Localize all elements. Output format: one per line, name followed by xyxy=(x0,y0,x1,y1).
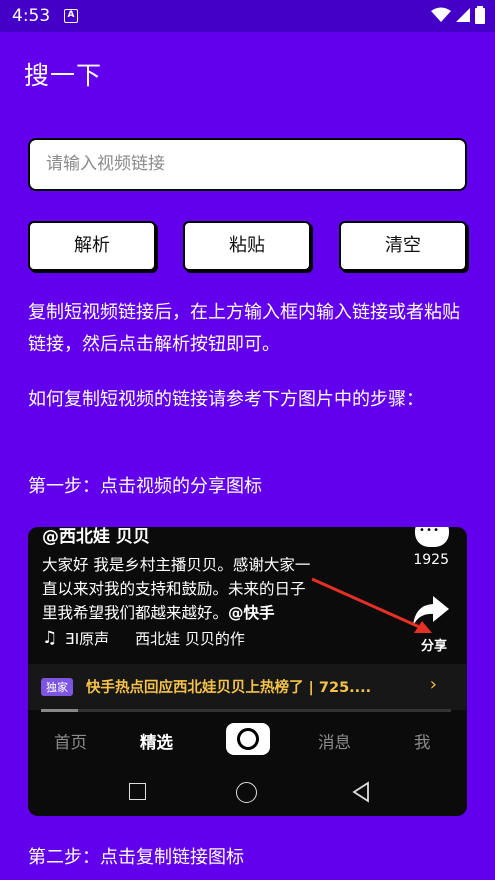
how-to-copy-paragraph: 如何复制短视频的链接请参考下方图片中的步骤： xyxy=(28,389,424,410)
battery-icon xyxy=(475,6,485,24)
parse-button[interactable]: 解析 xyxy=(28,221,156,271)
instruction-paragraph: 复制短视频链接后，在上方输入框内输入链接或者粘贴链接，然后点击解析按钮即可。 xyxy=(28,302,460,355)
tab-me: 我 xyxy=(414,733,431,752)
paste-button[interactable]: 粘贴 xyxy=(183,221,311,271)
description-line: 大家好 我是乡村主播贝贝。感谢大家一 xyxy=(42,556,311,574)
music-row: ♫ ƎI原声 西北娃 贝贝的作 xyxy=(42,628,245,649)
status-icons xyxy=(431,6,485,24)
exclusive-badge: 独家 xyxy=(41,678,73,696)
video-author: @西北娃 贝贝 xyxy=(42,527,150,547)
share-label: 分享 xyxy=(420,639,447,654)
video-progress-bar xyxy=(41,709,451,712)
comment-count: 1925 xyxy=(413,552,449,568)
comment-icon xyxy=(415,527,449,547)
video-progress-fill xyxy=(41,709,78,712)
camera-icon xyxy=(226,723,270,755)
mention: @快手 xyxy=(228,604,275,622)
example-screenshot: @西北娃 贝贝 大家好 我是乡村主播贝贝。感谢大家一 直以来对我的支持和鼓励。未… xyxy=(28,527,467,816)
example-nav-bar xyxy=(28,773,467,813)
step-one-label: 第一步：点击视频的分享图标 xyxy=(28,476,262,497)
status-time: 4:53 xyxy=(12,6,51,26)
pointer-arrow-icon xyxy=(311,577,432,633)
hot-topic-banner: 独家 快手热点回应西北娃贝贝上热榜了 | 725.... › xyxy=(28,664,467,710)
banner-text: 快手热点回应西北娃贝贝上热榜了 | 725.... xyxy=(86,680,372,696)
step-two-label: 第二步：点击复制链接图标 xyxy=(28,847,244,868)
music-author: 西北娃 贝贝的作 xyxy=(135,630,245,648)
tab-featured: 精选 xyxy=(140,733,173,752)
recents-icon xyxy=(129,783,146,800)
home-icon xyxy=(236,782,257,803)
clear-button[interactable]: 清空 xyxy=(339,221,467,271)
video-link-input[interactable]: 请输入视频链接 xyxy=(28,138,467,191)
app-title: 搜一下 xyxy=(24,61,103,90)
notification-icon: A xyxy=(64,9,78,23)
example-tab-bar: 首页 精选 消息 我 xyxy=(28,723,467,759)
music-original: ƎI原声 xyxy=(65,630,110,648)
description-line-text: 里我希望我们都越来越好。 xyxy=(42,604,229,622)
tab-messages: 消息 xyxy=(318,733,351,752)
chevron-right-icon: › xyxy=(429,674,437,695)
back-icon xyxy=(352,781,369,803)
music-note-icon: ♫ xyxy=(42,628,58,648)
signal-icon xyxy=(456,8,470,22)
wifi-icon xyxy=(431,7,451,22)
tab-home: 首页 xyxy=(54,733,87,752)
status-bar: 4:53 A xyxy=(0,0,495,32)
